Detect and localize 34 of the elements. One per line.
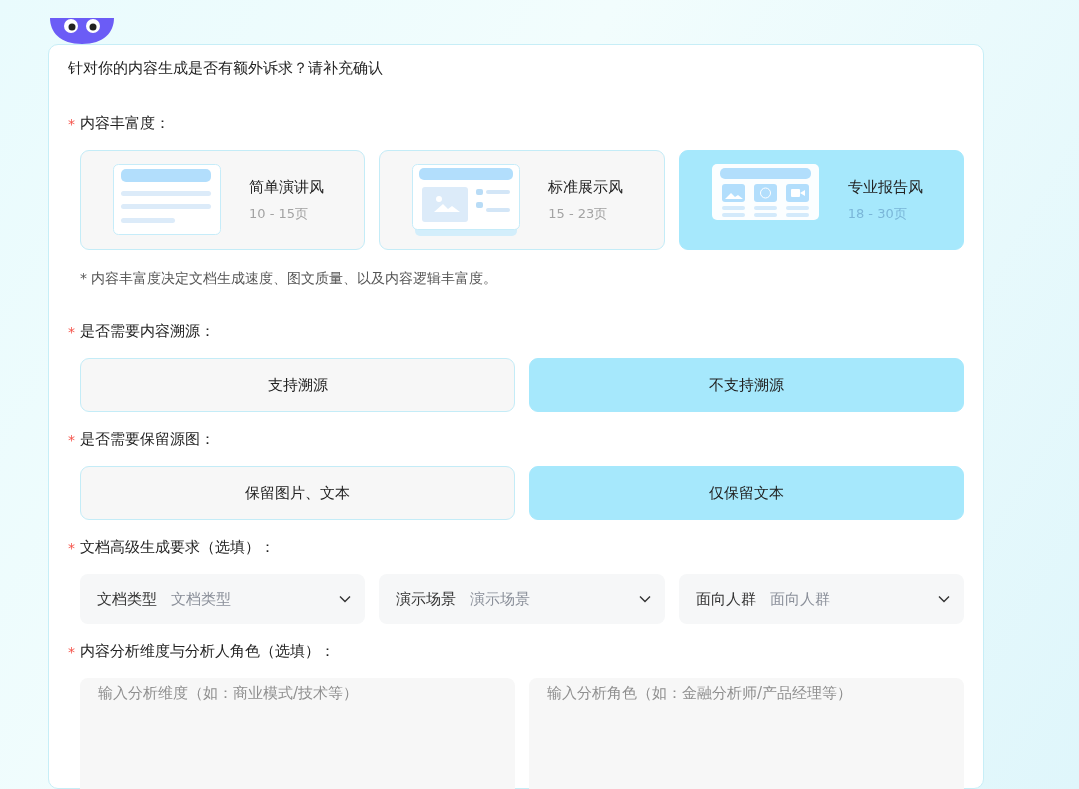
page-range: 10 - 15页 [249, 204, 310, 223]
required-asterisk: * [68, 643, 75, 660]
option-title: 专业报告风 [847, 177, 923, 197]
select-placeholder: 演示场景 [470, 589, 532, 609]
required-asterisk: * [68, 539, 75, 556]
select-label: 文档类型 [97, 589, 157, 609]
required-asterisk: * [68, 431, 75, 448]
section-label: 是否需要内容溯源： [80, 322, 215, 341]
dropdown-select[interactable]: 文档类型 文档类型 [80, 574, 366, 624]
select-placeholder: 面向人群 [769, 589, 831, 609]
section-label: 内容丰富度： [80, 114, 170, 133]
hint-text: * 内容丰富度决定文档生成速度、图文质量、以及内容逻辑丰富度。 [80, 270, 499, 288]
prompt-text: 针对你的内容生成是否有额外诉求？请补充确认 [68, 59, 384, 78]
section-label: 内容分析维度与分析人角色（选填）： [80, 642, 335, 661]
choice-button[interactable]: 保留图片、文本 [80, 466, 515, 520]
choice-button[interactable]: 支持溯源 [80, 358, 515, 412]
input-field[interactable]: 输入分析维度（如：商业模式/技术等） [80, 678, 515, 789]
choice-button[interactable]: 不支持溯源 [529, 358, 964, 412]
required-asterisk: * [68, 323, 75, 340]
section-label: 是否需要保留源图： [80, 430, 215, 449]
select-label: 面向人群 [695, 589, 756, 609]
style-option-card[interactable]: 简单演讲风 10 - 15页 [80, 150, 366, 250]
option-title: 标准展示风 [548, 177, 624, 197]
section-label: 文档高级生成要求（选填）： [80, 538, 275, 557]
dropdown-select[interactable]: 演示场景 演示场景 [379, 574, 665, 624]
input-field[interactable]: 输入分析角色（如：金融分析师/产品经理等） [529, 678, 964, 789]
style-option-card[interactable]: 标准展示风 15 - 23页 [379, 150, 665, 250]
choice-button[interactable]: 仅保留文本 [529, 466, 964, 520]
select-label: 演示场景 [396, 589, 457, 609]
required-asterisk: * [68, 115, 75, 132]
option-title: 简单演讲风 [249, 177, 324, 197]
dropdown-select[interactable]: 面向人群 面向人群 [678, 574, 964, 624]
select-placeholder: 文档类型 [171, 589, 232, 609]
page-range: 15 - 23页 [548, 204, 609, 223]
